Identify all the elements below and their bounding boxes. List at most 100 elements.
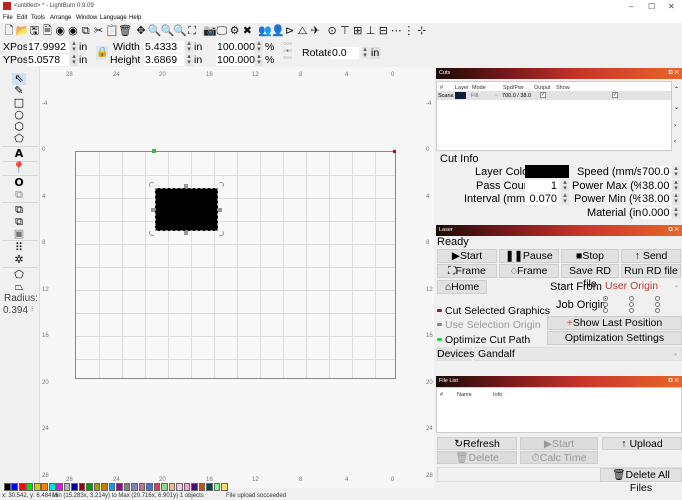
palette-swatch[interactable] <box>213 483 221 491</box>
job-origin-radio-ml[interactable] <box>603 302 608 307</box>
palette-swatch[interactable] <box>33 483 41 491</box>
palette-swatch[interactable] <box>26 483 34 491</box>
palette-swatch[interactable] <box>11 483 19 491</box>
palette-swatch[interactable] <box>161 483 168 491</box>
zoom-out-icon[interactable]: 🔍 <box>161 24 175 38</box>
palette-swatch[interactable] <box>168 483 176 491</box>
position-laser-icon[interactable]: 📍 <box>12 162 26 174</box>
resize-handle[interactable] <box>184 231 188 235</box>
cut-row-output-checkbox[interactable]: ✓ <box>540 92 546 98</box>
lock-ratio-icon[interactable]: 🔒 <box>96 46 108 60</box>
work-area-bed[interactable] <box>75 151 396 379</box>
layer-color-swatch[interactable] <box>525 165 569 178</box>
job-origin-radio-tl[interactable] <box>603 296 608 301</box>
use-selection-origin-toggle[interactable]: Use Selection Origin <box>445 319 541 331</box>
align-bottom-icon[interactable]: ⊥ <box>365 24 377 38</box>
export-icon[interactable]: ◉ <box>67 24 79 38</box>
xpos-input[interactable]: 17.9992 <box>27 41 69 53</box>
palette-swatch[interactable] <box>78 483 86 491</box>
frame-button[interactable]: ⛶Frame <box>437 264 497 278</box>
maximize-button[interactable]: ☐ <box>648 2 655 11</box>
run-rd-file-button[interactable]: Run RD file <box>621 264 681 278</box>
laser-start-button[interactable]: ▶Start <box>437 249 497 263</box>
move-layer-up-button[interactable]: ⌃ <box>674 86 679 93</box>
align-center-icon[interactable]: ⊟ <box>377 24 389 38</box>
weld-tool-icon[interactable]: ⧉ <box>12 189 26 201</box>
rotate-handle[interactable] <box>218 182 224 188</box>
paste-icon[interactable]: 📋 <box>105 24 119 38</box>
close-button[interactable]: ✕ <box>668 2 675 11</box>
file-start-button[interactable]: ▶Start <box>520 437 598 450</box>
menu-file[interactable]: File <box>3 15 13 21</box>
cuts-table-row[interactable]: Scana Fill ⌄ 700.0 / 38.0 ✓ ✓ <box>437 91 671 100</box>
power-min-spinner[interactable]: ▴ ▾ <box>672 192 680 205</box>
palette-swatch[interactable] <box>138 483 146 491</box>
palette-swatch[interactable] <box>116 483 123 491</box>
palette-swatch[interactable] <box>108 483 116 491</box>
zoom-selection-icon[interactable]: ⛶ <box>186 24 198 38</box>
palette-swatch[interactable] <box>18 483 26 491</box>
refresh-button[interactable]: ↻Refresh <box>437 437 517 450</box>
material-input[interactable]: 0.000 <box>641 207 671 219</box>
resize-handle[interactable] <box>151 208 155 212</box>
corner-chamfer-icon[interactable]: ⏢ <box>12 281 26 293</box>
palette-swatch[interactable] <box>101 483 108 491</box>
save-as-icon[interactable]: 🗎 <box>41 24 53 38</box>
camera-icon[interactable]: 📷 <box>203 24 217 38</box>
rotate-handle[interactable] <box>149 182 155 188</box>
job-origin-radio-tc[interactable] <box>629 296 634 301</box>
menu-language[interactable]: Language <box>100 15 127 21</box>
monitor-icon[interactable]: 🖵 <box>216 24 228 38</box>
height-input[interactable]: 3.6869 <box>144 54 184 66</box>
width-spinner[interactable]: ▴ ▾ <box>185 40 193 53</box>
mirror-v-icon[interactable]: ⧍ <box>297 24 309 38</box>
frame-circle-button[interactable]: ◌Frame <box>499 264 559 278</box>
scale-x-input[interactable]: 100.000 <box>216 41 255 53</box>
save-rd-file-button[interactable]: Save RD file <box>561 264 619 290</box>
zoom-fit-icon[interactable]: 🔍 <box>173 24 187 38</box>
speed-spinner[interactable]: ▴ ▾ <box>672 165 680 178</box>
text-tool-icon[interactable]: A <box>12 148 26 160</box>
palette-swatch[interactable] <box>206 483 213 491</box>
move-layer-down-button[interactable]: ⌄ <box>674 104 679 111</box>
resize-handle[interactable] <box>218 208 222 212</box>
palette-swatch[interactable] <box>191 483 198 491</box>
job-origin-radio-bl[interactable] <box>603 308 608 313</box>
distribute-h-icon[interactable]: ⋯ <box>390 24 402 38</box>
edit-nodes-icon[interactable]: ⬠ <box>12 133 26 145</box>
group-icon[interactable]: 👥 <box>258 24 272 38</box>
align-top-icon[interactable]: ⊤ <box>339 24 351 38</box>
send-icon[interactable]: ✈ <box>309 24 321 38</box>
align-middle-icon[interactable]: ⊞ <box>352 24 364 38</box>
expand-left-button[interactable]: ‹ <box>674 139 676 145</box>
palette-swatch[interactable] <box>131 483 138 491</box>
scale-x-spinner[interactable]: ▴ ▾ <box>255 40 263 53</box>
start-from-dropdown[interactable]: User Origin ⌄ <box>602 280 682 294</box>
zoom-in-icon[interactable]: 🔍 <box>148 24 162 38</box>
ypos-spinner[interactable]: ▴ ▾ <box>70 53 78 66</box>
laser-stop-button[interactable]: ■Stop <box>561 249 619 263</box>
material-spinner[interactable]: ▴ ▾ <box>672 206 680 219</box>
copy-icon[interactable]: ⧉ <box>80 24 92 38</box>
distribute-v-icon[interactable]: ⋮ <box>403 24 415 38</box>
mirror-h-icon[interactable]: ⊳ <box>284 24 296 38</box>
cut-row-layer-color[interactable] <box>455 92 466 99</box>
palette-swatch[interactable] <box>221 483 228 491</box>
panel-float-close-icon[interactable]: ⧉ ✕ <box>668 68 679 79</box>
calc-time-button[interactable]: ⏱Calc Time <box>520 451 598 464</box>
anchor-point-selector[interactable]: ○○○ ○●○ ○○○ <box>283 41 301 63</box>
radius-spinner[interactable]: ⁝ <box>31 305 33 313</box>
job-origin-radio-bc[interactable] <box>629 308 634 313</box>
palette-swatch[interactable] <box>146 483 153 491</box>
palette-swatch[interactable] <box>4 483 11 491</box>
palette-swatch[interactable] <box>123 483 131 491</box>
devices-button[interactable]: Devices <box>436 347 474 361</box>
selected-rectangle-shape[interactable] <box>155 188 218 231</box>
palette-swatch[interactable] <box>183 483 191 491</box>
height-spinner[interactable]: ▴ ▾ <box>185 53 193 66</box>
palette-swatch[interactable] <box>93 483 101 491</box>
radius-input[interactable]: 0.394 <box>3 305 28 316</box>
new-file-icon[interactable]: 🗋 <box>3 24 15 38</box>
power-min-input[interactable]: 38.00 <box>641 193 671 205</box>
laser-send-button[interactable]: ↑ Send <box>621 249 681 263</box>
